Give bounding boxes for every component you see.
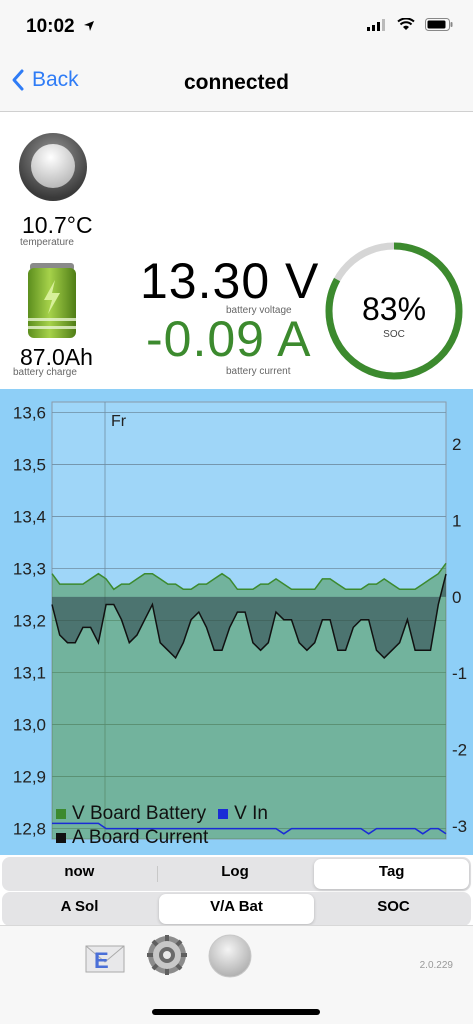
y-left-tick-label: 13,0 xyxy=(13,716,46,735)
chart-legend: V Board Battery V In A Board Current xyxy=(56,802,268,850)
tab-now[interactable]: now xyxy=(2,857,157,891)
home-indicator[interactable] xyxy=(152,1009,320,1015)
status-light-icon xyxy=(19,133,87,201)
y-left-tick-label: 13,4 xyxy=(13,507,46,526)
legend-swatch-a-board-current xyxy=(56,833,66,843)
tab-a-sol[interactable]: A Sol xyxy=(2,892,157,926)
soc-value: 83% xyxy=(361,291,427,327)
email-icon[interactable]: E xyxy=(84,936,126,976)
legend-row-1: V Board Battery V In xyxy=(56,802,268,826)
location-arrow-icon xyxy=(83,21,94,31)
y-left-tick-label: 12,8 xyxy=(13,820,46,839)
battery-icon xyxy=(28,263,76,338)
temperature-value: 10.7°C xyxy=(22,212,93,238)
status-icons xyxy=(367,18,453,31)
range-segmented-control: now Log Tag xyxy=(0,857,473,891)
legend-swatch-v-in xyxy=(218,809,229,819)
y-right-tick-label: -2 xyxy=(452,741,467,760)
legend-label-a-board-current: A Board Current xyxy=(72,827,209,848)
chart-panel[interactable]: 13,6 13,5 13,4 13,3 13,2 13,1 13,0 12,9 12,8 2 1 0 -… xyxy=(0,389,473,855)
y-left-tick-label: 13,5 xyxy=(13,455,46,474)
tab-soc[interactable]: SOC xyxy=(316,892,471,926)
graph-segmented-control: A Sol V/A Bat SOC xyxy=(0,892,473,926)
status-time: 10:02 xyxy=(26,16,95,38)
battery-current-value: -0.09 A xyxy=(146,311,312,367)
y-right-tick-label: -3 xyxy=(452,817,467,836)
status-bar: 10:02 xyxy=(0,0,473,56)
legend-row-2: A Board Current xyxy=(56,826,268,850)
y-right-tick-label: 0 xyxy=(452,588,461,607)
soc-label: SOC xyxy=(383,329,405,340)
y-right-tick-label: 2 xyxy=(452,435,461,454)
nav-bar: Back connected xyxy=(0,56,473,112)
tab-va-bat[interactable]: V/A Bat xyxy=(159,894,314,924)
soc-gauge: 83% SOC xyxy=(323,240,465,382)
app-version: 2.0.229 xyxy=(419,960,453,971)
chart-svg[interactable]: 13,6 13,5 13,4 13,3 13,2 13,1 13,0 12,9 12,8 2 1 0 -… xyxy=(0,389,473,855)
battery-status-icon xyxy=(425,18,453,31)
y-left-tick-label: 13,3 xyxy=(13,559,46,578)
battery-current-label: battery current xyxy=(226,366,291,377)
battery-voltage-value: 13.30 V xyxy=(140,253,320,309)
legend-swatch-v-board-battery xyxy=(56,809,66,819)
page-title: connected xyxy=(183,71,290,94)
bottom-toolbar: E 2.0.229 xyxy=(0,925,473,1024)
status-light-small-icon[interactable] xyxy=(208,934,252,978)
signal-icon xyxy=(367,18,385,31)
legend-label-v-board-battery: V Board Battery xyxy=(72,803,207,824)
day-marker-label: Fr xyxy=(111,413,127,430)
tab-tag[interactable]: Tag xyxy=(314,859,470,889)
readings-panel: 10.7°C temperature 87.0Ah battery charge… xyxy=(0,112,473,389)
svg-text:E: E xyxy=(94,948,109,973)
temperature-label: temperature xyxy=(20,237,74,248)
y-left-tick-label: 13,2 xyxy=(13,612,46,631)
tab-log[interactable]: Log xyxy=(158,857,313,891)
y-left-tick-label: 13,6 xyxy=(13,403,46,422)
settings-gear-icon[interactable] xyxy=(146,934,188,976)
clock-text: 10:02 xyxy=(26,16,75,37)
y-right-tick-label: -1 xyxy=(452,664,467,683)
y-left-tick-label: 13,1 xyxy=(13,664,46,683)
battery-charge-label: battery charge xyxy=(13,367,77,378)
y-right-tick-label: 1 xyxy=(452,511,461,530)
wifi-icon xyxy=(397,18,415,30)
legend-label-v-in: V In xyxy=(234,803,268,824)
y-left-tick-label: 12,9 xyxy=(13,768,46,787)
